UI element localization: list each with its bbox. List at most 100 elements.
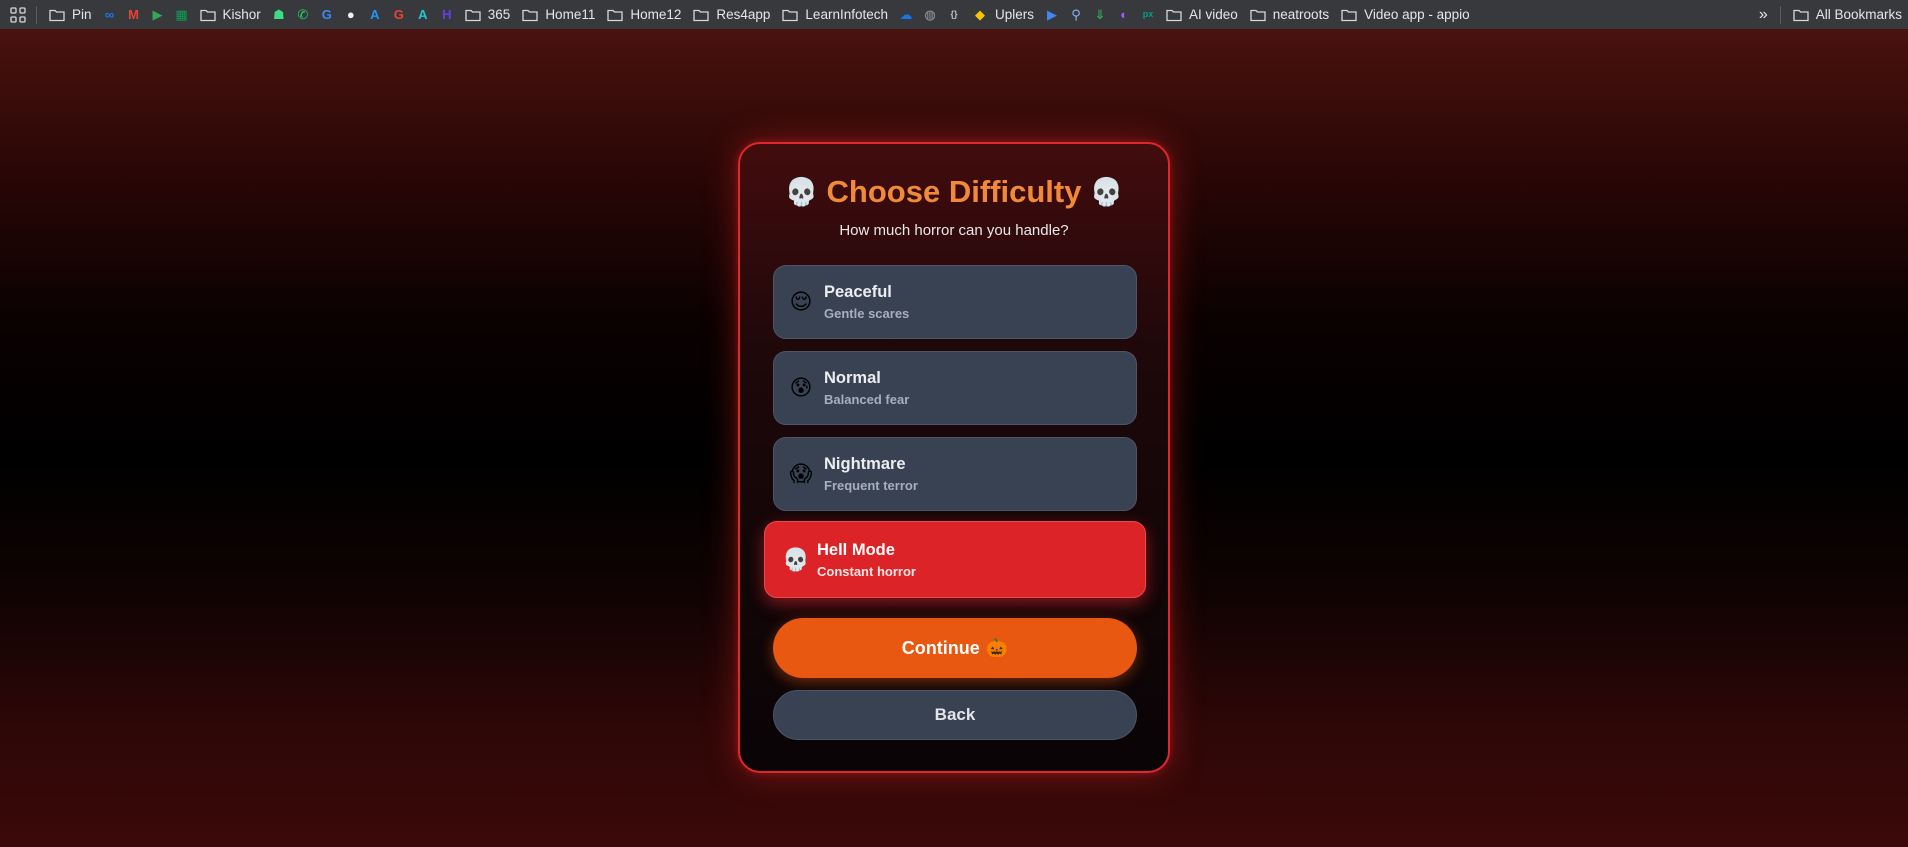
bookmark-folder[interactable]: Res4app [687, 4, 776, 26]
bookmark-link[interactable]: ⇓ [1088, 4, 1112, 26]
bookmark-folder[interactable]: neatroots [1244, 4, 1335, 26]
android-icon: ☗ [272, 7, 285, 22]
app-store-icon: A [418, 7, 428, 22]
difficulty-option-peaceful[interactable]: 😌 Peaceful Gentle scares [773, 265, 1137, 339]
folder-icon [1793, 8, 1809, 22]
option-title: Nightmare [824, 455, 906, 473]
bookmarks-bar: Pin ∞ M ▶ ▦ Kishor ☗ ✆ G ● A G A H 365 Home11 Home12 Res4… [0, 0, 1908, 29]
folder-icon [49, 8, 65, 22]
bookmark-link[interactable]: A [411, 4, 435, 26]
bookmark-link[interactable]: G [387, 4, 411, 26]
bookmark-folder[interactable]: Video app - appio [1335, 4, 1476, 26]
option-description: Gentle scares [824, 306, 910, 321]
folder-icon [693, 8, 710, 22]
bookmark-folder-label: 365 [487, 7, 511, 22]
skull-icon: 💀 [782, 546, 810, 572]
bookmark-link[interactable]: G [315, 4, 339, 26]
screaming-face-icon: 😱 [789, 461, 813, 486]
json-icon: {} [950, 9, 958, 19]
whatsapp-icon: ✆ [297, 7, 309, 22]
bookmark-link[interactable]: ∞ [98, 4, 122, 26]
folder-icon [607, 8, 623, 22]
figma-icon: ◐ [1120, 7, 1128, 22]
bookmark-link[interactable]: {} [942, 4, 966, 26]
bookmark-link[interactable]: ▦ [170, 4, 194, 26]
bookmark-folder[interactable]: Home12 [601, 4, 687, 26]
bookmark-folder[interactable]: LearnInfotech [776, 4, 894, 26]
meta-icon: ∞ [104, 7, 115, 22]
hostinger-icon: H [442, 7, 452, 22]
bookmark-folder-label: Home11 [545, 7, 596, 22]
google-icon: G [393, 7, 404, 22]
folder-icon [1166, 8, 1182, 22]
google-play-icon: ▶ [1047, 7, 1057, 22]
dialog-subtitle: How much horror can you handle? [839, 222, 1069, 239]
bookmarks-list: Pin ∞ M ▶ ▦ Kishor ☗ ✆ G ● A G A H 365 Home11 Home12 Res4… [43, 4, 1476, 26]
bookmark-link[interactable]: ☁ [894, 4, 918, 26]
anxious-face-icon: 😰 [789, 375, 813, 400]
bookmark-link[interactable]: ☗ [267, 4, 291, 26]
difficulty-option-hell-mode[interactable]: 💀 Hell Mode Constant horror [764, 521, 1146, 598]
bookmark-link[interactable]: ◆ Uplers [966, 4, 1040, 26]
back-label: Back [934, 705, 976, 724]
folder-icon [465, 8, 481, 22]
bookmark-link[interactable]: A [363, 4, 387, 26]
bookmark-link[interactable]: ◍ [918, 4, 942, 26]
bookmark-link[interactable]: ● [339, 4, 363, 26]
sheets-icon: ▦ [175, 7, 188, 22]
bookmark-link[interactable]: ◐ [1112, 4, 1136, 26]
bookmark-link[interactable]: M [122, 4, 146, 26]
difficulty-option-normal[interactable]: 😰 Normal Balanced fear [773, 351, 1137, 425]
gmail-icon: M [128, 7, 139, 22]
bookmarks-separator [36, 5, 37, 24]
skull-icon: 💀 [1089, 177, 1124, 207]
bookmark-link[interactable]: ⚲ [1064, 4, 1088, 26]
apps-grid-icon[interactable] [6, 4, 30, 26]
option-description: Balanced fear [824, 392, 910, 407]
bookmark-folder-label: Kishor [222, 7, 261, 22]
bookmark-folder[interactable]: Pin [43, 4, 98, 26]
folder-icon [1250, 8, 1266, 22]
bookmark-folder-label: LearnInfotech [805, 7, 888, 22]
difficulty-option-nightmare[interactable]: 😱 Nightmare Frequent terror [773, 437, 1137, 511]
relieved-face-icon: 😌 [789, 289, 813, 314]
bookmark-folder-label: neatroots [1272, 7, 1330, 22]
bookmark-folder[interactable]: Kishor [194, 4, 267, 26]
option-description: Frequent terror [824, 478, 918, 493]
download-icon: ⇓ [1094, 7, 1106, 22]
uplers-icon: ◆ [974, 7, 985, 22]
option-description: Constant horror [817, 563, 916, 579]
back-button[interactable]: Back [773, 690, 1137, 740]
bookmark-folder-label: Res4app [716, 7, 771, 22]
bookmark-label: Uplers [994, 7, 1034, 22]
pexels-icon: px [1142, 9, 1154, 19]
all-bookmarks-button[interactable]: All Bookmarks [1787, 4, 1908, 26]
bookmarks-overflow-button[interactable]: » [1753, 4, 1774, 26]
folder-icon [1341, 8, 1357, 22]
skull-icon: 💀 [784, 177, 819, 207]
bookmark-folder[interactable]: 365 [459, 4, 517, 26]
dialog-title: 💀 Choose Difficulty 💀 [740, 174, 1168, 210]
bookmark-link[interactable]: ▶ [1040, 4, 1064, 26]
folder-icon [522, 8, 538, 22]
bookmark-link[interactable]: ✆ [291, 4, 315, 26]
bookmark-folder-label: Pin [72, 7, 92, 22]
pumpkin-icon: 🎃 [985, 637, 1009, 658]
app-store-connect-icon: A [370, 7, 380, 22]
bookmark-folder[interactable]: Home11 [516, 4, 601, 26]
dialog-title-text: Choose Difficulty [826, 174, 1082, 209]
google-play-icon: ▶ [152, 7, 163, 22]
translate-icon: G [321, 7, 332, 22]
option-title: Peaceful [824, 283, 892, 301]
bookmark-link[interactable]: H [435, 4, 459, 26]
cloud-icon: ☁ [899, 7, 913, 22]
bookmark-link[interactable]: px [1136, 4, 1160, 26]
bookmark-folder-label: Home12 [630, 7, 682, 22]
folder-icon [782, 8, 799, 22]
bookmark-folder[interactable]: AI video [1160, 4, 1244, 26]
folder-icon [199, 8, 216, 22]
bookmark-link[interactable]: ▶ [146, 4, 170, 26]
option-title: Hell Mode [817, 540, 895, 559]
bookmark-folder-label: Video app - appio [1364, 7, 1470, 22]
continue-button[interactable]: Continue 🎃 [773, 618, 1137, 678]
